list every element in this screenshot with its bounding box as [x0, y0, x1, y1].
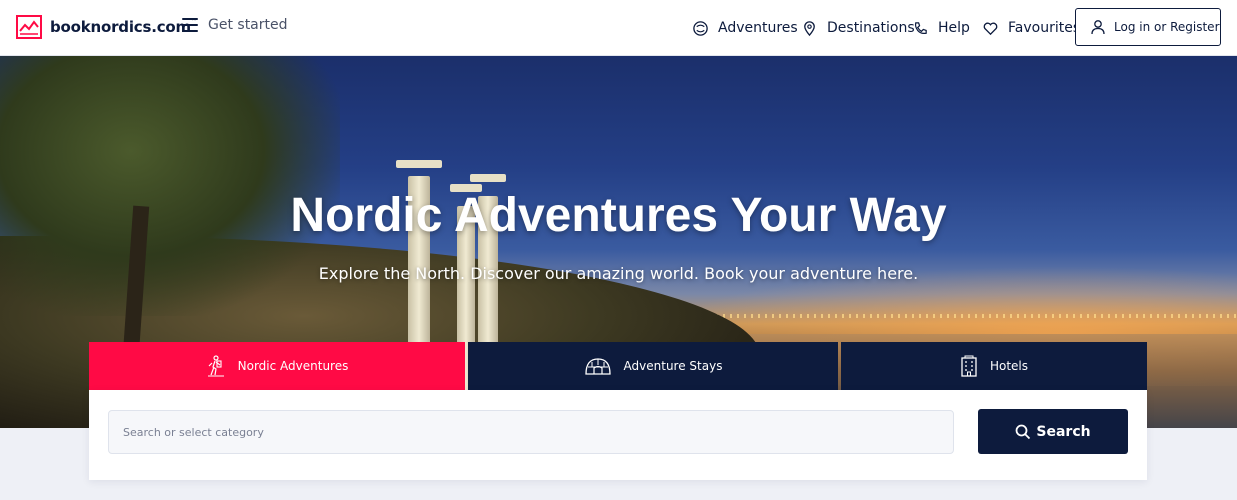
menu-label: Get started: [208, 17, 288, 33]
site-logo[interactable]: booknordics.com™: [16, 15, 197, 39]
map-pin-icon: [804, 20, 815, 36]
search-panel: Search: [89, 390, 1147, 480]
tab-nordic-adventures[interactable]: Nordic Adventures: [89, 342, 465, 390]
top-header: booknordics.com™ Get started Adventures …: [0, 0, 1237, 56]
search-button-label: Search: [1036, 423, 1091, 440]
sword-guard: [470, 174, 506, 182]
logo-text: booknordics.com™: [50, 18, 197, 36]
search-input[interactable]: [108, 410, 954, 454]
tab-hotels[interactable]: Hotels: [841, 342, 1147, 390]
tab-label: Nordic Adventures: [237, 359, 349, 373]
nav-destinations[interactable]: Destinations: [801, 0, 915, 56]
nav-help[interactable]: Help: [912, 0, 970, 56]
nav-adventures[interactable]: Adventures: [692, 0, 798, 56]
tab-adventure-stays[interactable]: Adventure Stays: [468, 342, 838, 390]
nav-adventures-label: Adventures: [718, 20, 798, 36]
hotel-icon: [961, 355, 977, 377]
hiker-icon: [207, 355, 224, 377]
heart-icon: [983, 22, 998, 35]
search-icon: [1015, 424, 1031, 439]
nav-favourites[interactable]: Favourites: [982, 0, 1080, 56]
nav-destinations-label: Destinations: [827, 20, 915, 36]
phone-icon: [914, 21, 927, 34]
login-register-button[interactable]: Log in or Register: [1075, 8, 1221, 46]
login-label: Log in or Register: [1114, 20, 1220, 34]
sword-guard: [396, 160, 442, 168]
logo-icon: [16, 15, 42, 39]
user-icon: [1091, 20, 1105, 35]
igloo-icon: [584, 358, 611, 375]
nav-help-label: Help: [938, 20, 970, 36]
search-button[interactable]: Search: [978, 409, 1128, 454]
compass-icon: [693, 20, 708, 36]
tab-label: Hotels: [989, 359, 1029, 373]
town-lights: [660, 314, 1237, 318]
get-started-menu[interactable]: Get started: [182, 17, 288, 33]
search-tabs: Nordic Adventures Adventure Stays Hotels: [89, 342, 1147, 390]
hamburger-icon: [182, 18, 198, 32]
hero-title: Nordic Adventures Your Way: [290, 189, 947, 242]
hero-subtitle: Explore the North. Discover our amazing …: [318, 264, 919, 283]
nav-favourites-label: Favourites: [1008, 20, 1081, 36]
tab-label: Adventure Stays: [623, 359, 723, 373]
